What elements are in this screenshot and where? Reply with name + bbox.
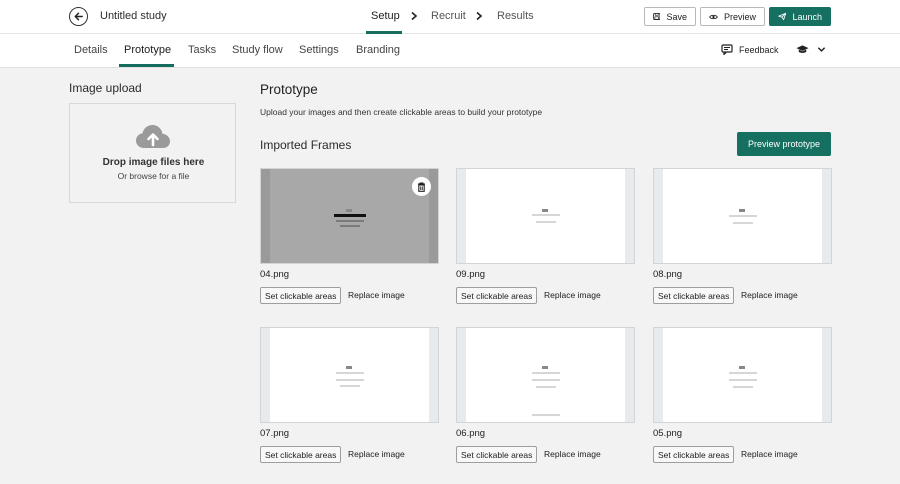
send-icon: [778, 12, 787, 21]
save-label: Save: [666, 11, 687, 22]
feedback-button[interactable]: Feedback: [721, 44, 779, 55]
active-tab-indicator: [119, 64, 174, 67]
replace-image-button[interactable]: Replace image: [741, 290, 798, 300]
tab-study-flow[interactable]: Study flow: [232, 44, 283, 56]
learning-menu[interactable]: [796, 44, 826, 55]
chevron-right-icon: [476, 11, 483, 21]
feedback-icon: [721, 44, 733, 55]
frame-thumbnail[interactable]: [653, 327, 832, 423]
set-clickable-areas-button[interactable]: Set clickable areas: [653, 287, 735, 304]
tab-settings[interactable]: Settings: [299, 44, 339, 56]
top-bar: Untitled study Setup Recruit Results Sav…: [0, 0, 900, 34]
launch-button[interactable]: Launch: [769, 7, 831, 26]
preview-prototype-button[interactable]: Preview prototype: [737, 132, 831, 156]
frame-filename: 07.png: [260, 428, 290, 439]
set-clickable-areas-button[interactable]: Set clickable areas: [653, 446, 735, 463]
chevron-down-icon: [817, 47, 826, 52]
cloud-upload-icon: [136, 125, 170, 148]
graduation-cap-icon: [796, 45, 809, 53]
step-results[interactable]: Results: [497, 10, 534, 22]
step-nav: Setup Recruit Results: [0, 0, 900, 34]
replace-image-button[interactable]: Replace image: [544, 290, 601, 300]
replace-image-button[interactable]: Replace image: [348, 290, 405, 300]
feedback-label: Feedback: [739, 44, 779, 55]
set-clickable-areas-button[interactable]: Set clickable areas: [456, 446, 538, 463]
frame-thumbnail[interactable]: [456, 168, 635, 264]
chevron-right-icon: [411, 11, 418, 21]
tab-details[interactable]: Details: [74, 44, 108, 56]
preview-button[interactable]: Preview: [700, 7, 765, 26]
page-title: Prototype: [260, 82, 318, 97]
imported-frames-heading: Imported Frames: [260, 138, 352, 152]
prototype-description: Upload your images and then create click…: [260, 107, 543, 117]
save-icon: [653, 12, 661, 21]
set-clickable-areas-button[interactable]: Set clickable areas: [260, 287, 342, 304]
replace-image-button[interactable]: Replace image: [741, 449, 798, 459]
image-upload-heading: Image upload: [69, 81, 142, 95]
browse-file-link[interactable]: Or browse for a file: [70, 171, 237, 181]
delete-frame-button[interactable]: [412, 177, 431, 196]
set-clickable-areas-button[interactable]: Set clickable areas: [456, 287, 538, 304]
frame-filename: 08.png: [653, 269, 683, 280]
tab-branding[interactable]: Branding: [356, 44, 400, 56]
tab-tasks[interactable]: Tasks: [188, 44, 216, 56]
step-recruit[interactable]: Recruit: [431, 10, 466, 22]
drop-title: Drop image files here: [102, 157, 205, 168]
launch-label: Launch: [792, 11, 822, 22]
replace-image-button[interactable]: Replace image: [544, 449, 601, 459]
image-dropzone[interactable]: Drop image files here Or browse for a fi…: [69, 103, 236, 203]
frame-filename: 04.png: [260, 269, 290, 280]
trash-icon: [418, 182, 425, 192]
frame-thumbnail[interactable]: [260, 327, 439, 423]
set-clickable-areas-button[interactable]: Set clickable areas: [260, 446, 342, 463]
frame-thumbnail[interactable]: [456, 327, 635, 423]
frame-filename: 06.png: [456, 428, 486, 439]
tab-prototype[interactable]: Prototype: [124, 44, 171, 56]
frame-filename: 05.png: [653, 428, 683, 439]
save-button[interactable]: Save: [644, 7, 696, 26]
eye-icon: [709, 14, 718, 19]
frame-thumbnail[interactable]: [653, 168, 832, 264]
step-setup[interactable]: Setup: [371, 10, 400, 22]
frame-thumbnail[interactable]: [260, 168, 439, 264]
preview-label: Preview: [723, 11, 756, 22]
frame-filename: 09.png: [456, 269, 486, 280]
replace-image-button[interactable]: Replace image: [348, 449, 405, 459]
